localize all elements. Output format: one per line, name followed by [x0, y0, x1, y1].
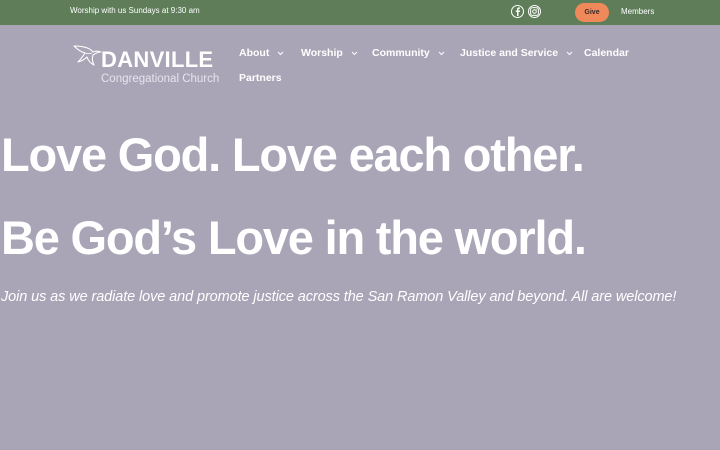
worship-times-text: Worship with us Sundays at 9:30 am: [70, 6, 200, 15]
nav-item-justice-and-service[interactable]: Justice and Service: [460, 47, 573, 59]
hero-headline-1: Love God. Love each other.: [1, 128, 585, 181]
give-button[interactable]: Give: [575, 3, 609, 22]
nav-item-worship[interactable]: Worship: [301, 47, 358, 59]
hero-tagline: Join us as we radiate love and promote j…: [1, 289, 677, 305]
instagram-icon: [530, 7, 539, 16]
nav-item-label: Partners: [239, 72, 282, 84]
nav-item-label: About: [239, 47, 270, 59]
instagram-link[interactable]: [528, 5, 541, 18]
nav-item-label: Justice and Service: [460, 47, 559, 59]
facebook-icon: [515, 7, 520, 16]
hero-headline-2: Be God’s Love in the world.: [1, 211, 587, 264]
nav-item-calendar[interactable]: Calendar: [584, 47, 629, 59]
chevron-down-icon: [566, 51, 573, 55]
logo-subtitle: Congregational Church: [101, 73, 220, 85]
top-bar: Worship with us Sundays at 9:30 am Give …: [0, 0, 720, 25]
church-logo[interactable]: DANVILLE Congregational Church: [72, 42, 222, 90]
nav-item-label: Worship: [301, 47, 343, 59]
nav-item-label: Calendar: [584, 47, 629, 59]
nav-item-community[interactable]: Community: [372, 47, 445, 59]
nav-item-label: Community: [372, 47, 430, 59]
chevron-down-icon: [351, 51, 358, 55]
nav-item-about[interactable]: About: [239, 47, 284, 59]
facebook-link[interactable]: [511, 5, 524, 18]
members-link[interactable]: Members: [621, 7, 654, 16]
chevron-down-icon: [438, 51, 445, 55]
nav-item-partners[interactable]: Partners: [239, 72, 282, 84]
logo-name: DANVILLE: [101, 47, 214, 72]
chevron-down-icon: [277, 51, 284, 55]
dove-icon: [73, 45, 102, 66]
